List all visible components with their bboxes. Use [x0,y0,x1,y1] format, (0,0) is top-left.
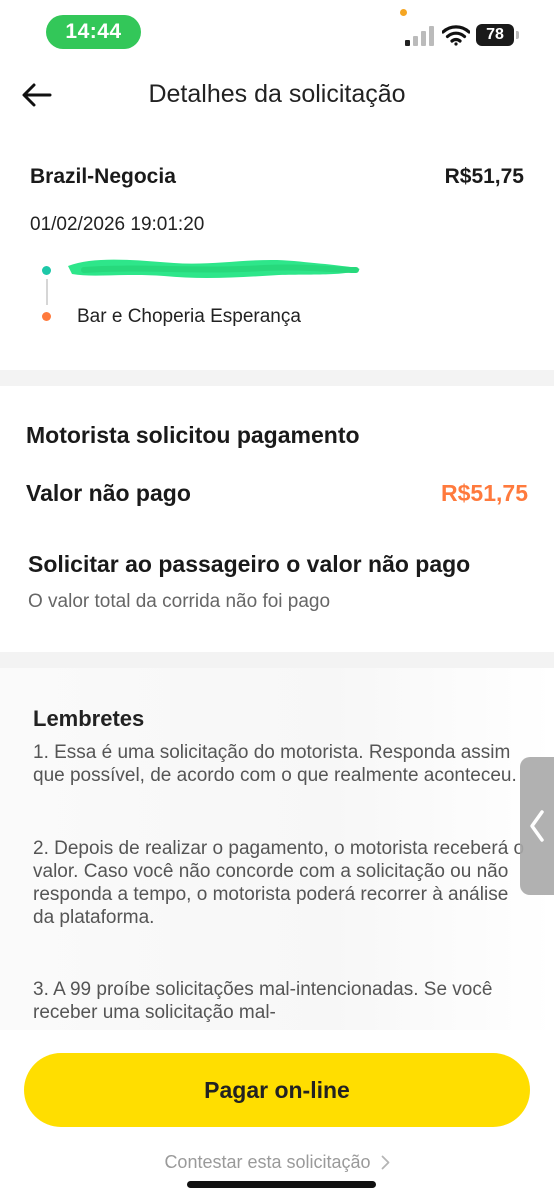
status-bar: 14:44 78 [0,0,554,62]
trip-name: Brazil-Negocia [30,165,176,188]
destination-address: Bar e Choperia Esperança [77,306,301,327]
reminders-title: Lembretes [33,706,145,731]
section-divider [0,370,554,386]
chevron-right-icon [381,1155,389,1170]
contest-label: Contestar esta solicitação [164,1152,371,1172]
reminder-item: 2. Depois de realizar o pagamento, o mot… [33,838,525,928]
section-divider [0,652,554,668]
chevron-left-icon [530,810,544,842]
reminder-item: 3. A 99 proíbe solicitações mal-intencio… [33,979,493,1023]
bottom-action-bar: Pagar on-line Contestar esta solicitação [0,1030,554,1200]
redacted-pickup-address [68,259,360,278]
battery-tip [516,31,519,39]
page-title: Detalhes da solicitação [148,80,406,108]
trip-card: Brazil-Negocia R$51,75 01/02/2026 19:01:… [0,128,554,370]
trip-datetime: 01/02/2026 19:01:20 [30,214,205,235]
pickup-dot [42,266,51,275]
payment-heading: Motorista solicitou pagamento [26,422,360,448]
pay-online-button[interactable]: Pagar on-line [24,1053,530,1127]
route-line [46,279,48,305]
payment-request-section: Motorista solicitou pagamento Valor não … [0,386,554,652]
contest-request-link[interactable]: Contestar esta solicitação [0,1152,554,1173]
unpaid-amount: R$51,75 [441,480,528,506]
reminders-section: Lembretes 1. Essa é uma solicitação do m… [0,668,554,1030]
trip-price: R$51,75 [444,165,524,188]
request-title: Solicitar ao passageiro o valor não pago [28,551,471,577]
header: Detalhes da solicitação [0,62,554,128]
home-indicator[interactable] [187,1181,376,1188]
battery-indicator: 78 [476,24,514,46]
wifi-icon [442,25,470,46]
destination-dot [42,312,51,321]
privacy-indicator-dot [400,9,407,16]
unpaid-label: Valor não pago [26,480,191,506]
reminder-item: 1. Essa é uma solicitação do motorista. … [33,742,517,786]
side-drawer-handle[interactable] [520,757,554,895]
status-time: 14:44 [46,15,141,49]
signal-icon [405,26,434,46]
request-description: O valor total da corrida não foi pago [28,591,331,612]
